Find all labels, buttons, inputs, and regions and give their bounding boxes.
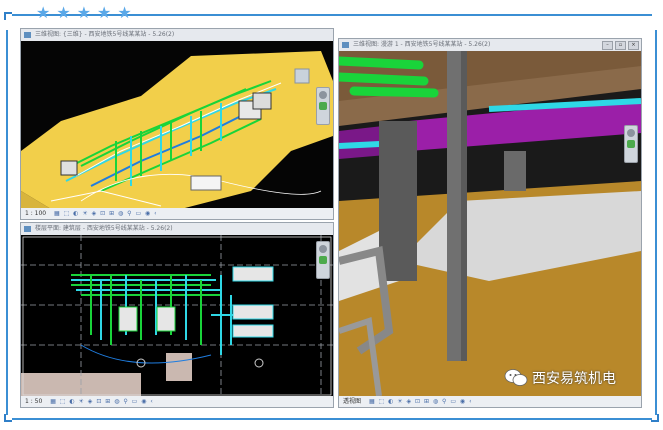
wechat-icon — [504, 369, 528, 386]
steering-wheel-icon[interactable] — [319, 245, 327, 253]
star-icon: ★ — [97, 3, 112, 22]
star-icon: ★ — [56, 3, 71, 22]
pane-titlebar: 三维视图: {三维} - 西安地铁5号线某某站 - 5.26(2) — [21, 29, 333, 41]
navigation-bar[interactable] — [316, 87, 330, 125]
view-pane-3d-overview[interactable]: 三维视图: {三维} - 西安地铁5号线某某站 - 5.26(2) 1 : 10… — [20, 28, 334, 220]
frame-corner-br — [651, 414, 659, 422]
steering-wheel-icon[interactable] — [319, 91, 327, 99]
view-control-bar: 1 : 100 ▦ ⬚ ◐ ☀ ◈ ⊡ ⊞ ◍ ⚲ ▭ ◉ ‹ — [21, 208, 333, 219]
equipment-box — [232, 304, 274, 320]
window-controls: – ▫ × — [602, 41, 639, 50]
view-icon — [342, 42, 349, 48]
minimize-button[interactable]: – — [602, 41, 613, 50]
equipment-box — [60, 160, 78, 176]
frame-left-line — [6, 30, 8, 415]
steel-post — [447, 51, 461, 361]
model-viewport-plan[interactable] — [21, 235, 333, 397]
equipment-box — [156, 306, 176, 332]
pane-title: 楼层平面: 建筑层 - 西安地铁5号线某某站 - 5.26(2) — [35, 225, 173, 232]
concrete-column — [504, 151, 526, 191]
view-pane-walkthrough[interactable]: 三维视图: 漫游 1 - 西安地铁5号线某某站 - 5.26(2) – ▫ × — [338, 38, 642, 408]
maximize-button[interactable]: ▫ — [615, 41, 626, 50]
wall-block — [166, 353, 192, 381]
view-control-bar: 1 : 50 ▦ ⬚ ◐ ☀ ◈ ⊡ ⊞ ◍ ⚲ ▭ ◉ ‹ — [21, 396, 333, 407]
zoom-icon[interactable] — [319, 256, 327, 264]
view-pane-floor-plan[interactable]: 楼层平面: 建筑层 - 西安地铁5号线某某站 - 5.26(2) 1: 50 … — [20, 222, 334, 408]
pane-title: 三维视图: 漫游 1 - 西安地铁5号线某某站 - 5.26(2) — [353, 41, 491, 48]
view-tools[interactable]: ▦ ⬚ ◐ ☀ ◈ ⊡ ⊞ ◍ ⚲ ▭ ◉ ‹ — [369, 396, 473, 407]
view-cube — [294, 68, 310, 84]
watermark-text: 西安易筑机电 — [532, 371, 616, 387]
view-tools[interactable]: ▦ ⬚ ◐ ☀ ◈ ⊡ ⊞ ◍ ⚲ ▭ ◉ ‹ — [50, 396, 154, 407]
view-scale[interactable]: 1 : 100 — [25, 210, 46, 217]
frame-corner-tl — [4, 12, 12, 20]
frame-bottom-line — [12, 418, 652, 420]
zoom-icon[interactable] — [319, 102, 327, 110]
star-icon: ★ — [76, 3, 92, 22]
steel-post — [461, 51, 467, 361]
equipment-box — [232, 266, 274, 282]
view-control-bar: 透视图 ▦ ⬚ ◐ ☀ ◈ ⊡ ⊞ ◍ ⚲ ▭ ◉ ‹ — [339, 396, 641, 407]
view-icon — [24, 32, 31, 38]
star-icon: ★ — [117, 3, 132, 22]
rating-stars: ★ ★ ★ ★ ★ — [36, 5, 132, 21]
equipment-box — [232, 324, 274, 338]
steering-wheel-icon[interactable] — [627, 129, 635, 137]
equipment-box — [118, 306, 138, 332]
view-scale[interactable]: 1 : 50 — [25, 398, 42, 405]
green-pipes — [339, 56, 439, 98]
frame-corner-bl — [4, 414, 12, 422]
pane-titlebar: 楼层平面: 建筑层 - 西安地铁5号线某某站 - 5.26(2) — [21, 223, 333, 235]
equipment-box — [252, 92, 272, 110]
zoom-icon[interactable] — [627, 140, 635, 148]
pane-title: 三维视图: {三维} - 西安地铁5号线某某站 - 5.26(2) — [35, 31, 175, 38]
view-scale[interactable]: 透视图 — [343, 398, 361, 405]
star-icon: ★ — [36, 3, 51, 22]
watermark: 西安易筑机电 — [504, 368, 616, 388]
navigation-bar[interactable] — [316, 241, 330, 279]
close-button[interactable]: × — [628, 41, 639, 50]
model-viewport-3d[interactable] — [21, 41, 333, 209]
view-icon — [24, 226, 31, 232]
frame-right-line — [655, 30, 657, 415]
model-viewport-perspective[interactable] — [339, 51, 641, 396]
concrete-column — [379, 121, 417, 281]
view-tools[interactable]: ▦ ⬚ ◐ ☀ ◈ ⊡ ⊞ ◍ ⚲ ▭ ◉ ‹ — [54, 208, 158, 219]
equipment-box — [190, 175, 222, 191]
pane-titlebar: 三维视图: 漫游 1 - 西安地铁5号线某某站 - 5.26(2) — [339, 39, 641, 51]
navigation-bar[interactable] — [624, 125, 638, 163]
